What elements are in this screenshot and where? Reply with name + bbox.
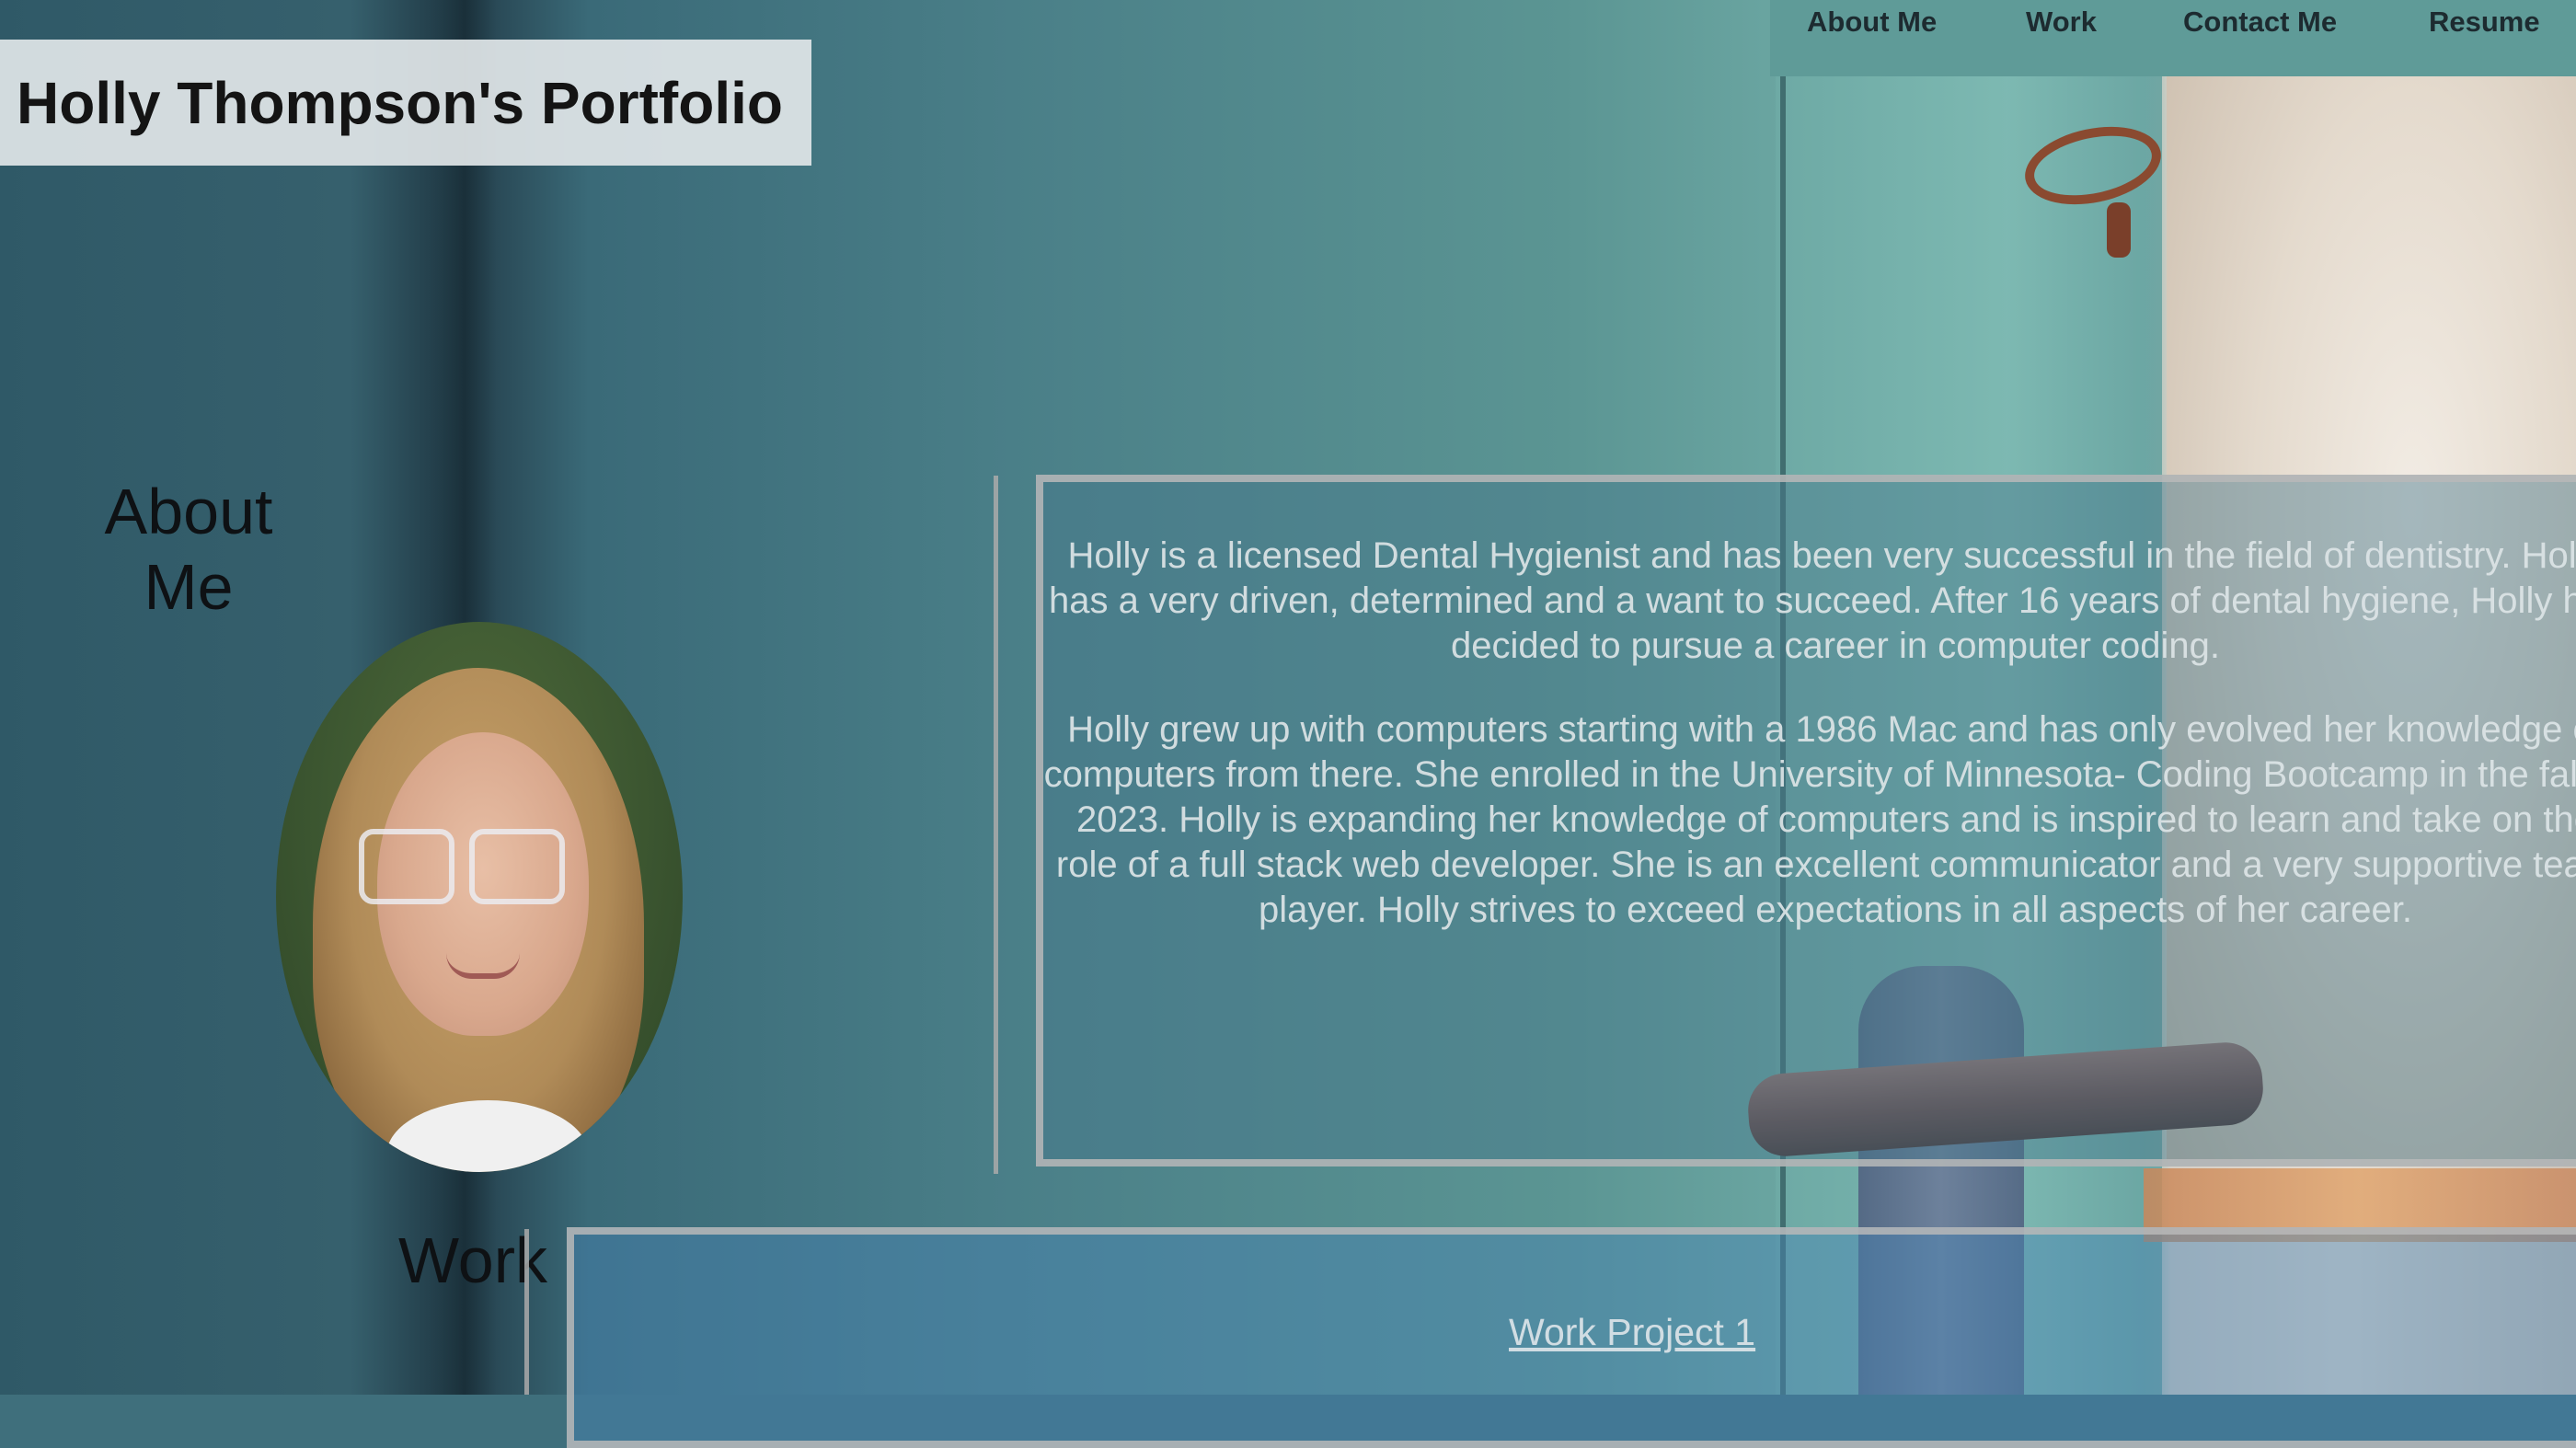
about-text: Holly is a licensed Dental Hygienist and…: [1043, 534, 2576, 971]
about-paragraph-2: Holly grew up with computers starting wi…: [1043, 709, 2576, 930]
site-title: Holly Thompson's Portfolio: [17, 69, 783, 136]
about-heading: About Me: [92, 474, 285, 625]
about-paragraph-1: Holly is a licensed Dental Hygienist and…: [1049, 535, 2576, 666]
nav-link-contact-me[interactable]: Contact Me: [2183, 6, 2337, 39]
nav-link-resume[interactable]: Resume: [2429, 6, 2540, 39]
work-divider: [524, 1229, 529, 1395]
main-nav: About Me Work Contact Me Resume: [1770, 0, 2576, 76]
photo-glasses-left: [359, 829, 454, 904]
photo-glasses-right: [469, 829, 565, 904]
profile-photo: [276, 622, 683, 1172]
work-project-1-link[interactable]: Work Project 1: [1509, 1311, 1755, 1354]
nav-link-work[interactable]: Work: [2026, 6, 2097, 39]
work-heading: Work: [397, 1224, 547, 1296]
about-divider: [994, 476, 998, 1174]
about-heading-line1: About: [104, 476, 273, 547]
nav-link-about-me[interactable]: About Me: [1807, 6, 1937, 39]
site-title-box: Holly Thompson's Portfolio: [0, 40, 811, 166]
background-door-hook-pin: [2107, 202, 2131, 258]
about-heading-line2: Me: [144, 551, 234, 623]
